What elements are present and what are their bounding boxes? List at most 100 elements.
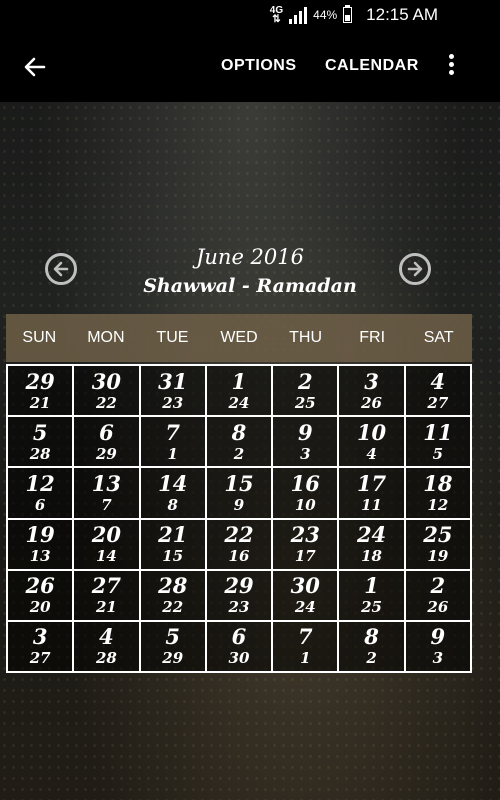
day-cell[interactable]: 20 14: [74, 519, 141, 571]
gregorian-day: 29: [25, 368, 55, 394]
day-cell[interactable]: 6 30: [206, 621, 274, 673]
day-cell[interactable]: 1 24: [206, 366, 274, 418]
day-cell[interactable]: 19 13: [8, 519, 75, 571]
gregorian-day: 13: [91, 470, 122, 496]
gregorian-day: 10: [356, 419, 387, 445]
day-cell[interactable]: 15 9: [206, 468, 274, 520]
hijri-day: 27: [29, 649, 51, 668]
hijri-day: 2: [366, 649, 377, 668]
calendar-grid: 29 21 30 22 31 23 1 24 2 25 3 26 4 27 5 28 6 29 7 1 8 2 9 3 10 4 1…: [6, 364, 472, 673]
gregorian-day: 23: [290, 522, 320, 548]
hijri-day: 28: [95, 649, 117, 668]
hijri-day: 22: [162, 598, 184, 617]
gregorian-day: 14: [158, 470, 188, 496]
day-cell[interactable]: 18 12: [405, 468, 472, 520]
day-cell[interactable]: 13 7: [74, 468, 141, 520]
gregorian-day: 22: [224, 522, 254, 548]
day-cell[interactable]: 28 22: [140, 570, 207, 622]
day-cell[interactable]: 25 19: [405, 519, 472, 571]
hijri-day: 25: [294, 393, 316, 412]
gregorian-day: 26: [25, 573, 55, 599]
day-cell[interactable]: 1 25: [339, 570, 406, 622]
gregorian-day: 1: [364, 573, 379, 599]
day-cell[interactable]: 22 16: [206, 519, 274, 571]
gregorian-day: 25: [423, 522, 453, 548]
hijri-day: 27: [427, 393, 449, 412]
day-cell[interactable]: 82: [339, 621, 406, 673]
day-cell[interactable]: 5 29: [140, 621, 207, 673]
hijri-day: 24: [294, 598, 316, 617]
hijri-day: 29: [162, 649, 184, 668]
gregorian-day: 31: [158, 368, 188, 394]
calendar-button[interactable]: CALENDAR: [325, 57, 419, 75]
hijri-day: 23: [162, 393, 184, 412]
hijri-day: 11: [361, 495, 382, 514]
gregorian-day: 21: [158, 522, 188, 548]
day-cell[interactable]: 93: [405, 621, 472, 673]
hijri-day: 3: [432, 649, 444, 668]
gregorian-day: 4: [99, 624, 114, 650]
circle-arrow-right-icon[interactable]: [399, 253, 431, 285]
hijri-day: 25: [361, 598, 382, 617]
day-cell[interactable]: 16 10: [273, 468, 340, 520]
day-cell[interactable]: 29 21: [8, 366, 75, 418]
day-cell[interactable]: 71: [273, 621, 340, 673]
arrow-left-icon[interactable]: [22, 54, 48, 80]
network-indicator: 4G ⇅: [269, 5, 284, 25]
day-cell[interactable]: 3 26: [339, 366, 406, 418]
gregorian-day: 7: [297, 624, 313, 650]
day-cell[interactable]: 4 27: [405, 366, 472, 418]
day-cell[interactable]: 10 4: [339, 417, 406, 469]
day-cell[interactable]: 30 24: [273, 570, 340, 622]
hijri-day: 15: [162, 547, 184, 566]
day-cell[interactable]: 27 21: [74, 570, 141, 622]
day-cell[interactable]: 30 22: [74, 366, 141, 418]
day-cell[interactable]: 71: [140, 417, 207, 469]
day-cell[interactable]: 82: [206, 417, 274, 469]
day-cell[interactable]: 31 23: [140, 366, 207, 418]
clock: 12:15 AM: [366, 5, 438, 24]
day-cell[interactable]: 5 28: [8, 417, 75, 469]
options-button[interactable]: OPTIONS: [221, 57, 297, 75]
gregorian-day: 2: [297, 368, 313, 394]
gregorian-day: 28: [158, 573, 188, 599]
day-cell[interactable]: 2 25: [273, 366, 340, 418]
day-cell[interactable]: 4 28: [74, 621, 141, 673]
day-cell[interactable]: 2 26: [405, 570, 472, 622]
hijri-day: 23: [228, 598, 250, 617]
gregorian-day: 15: [224, 470, 254, 496]
gregorian-day: 12: [25, 470, 55, 496]
day-cell[interactable]: 11 5: [405, 417, 472, 469]
hijri-day: 28: [29, 444, 51, 463]
day-cell[interactable]: 14 8: [140, 468, 207, 520]
day-cell[interactable]: 21 15: [140, 519, 207, 571]
day-cell[interactable]: 24 18: [339, 519, 406, 571]
day-cell[interactable]: 6 29: [74, 417, 141, 469]
hijri-day: 9: [233, 495, 245, 514]
hijri-day: 26: [361, 393, 382, 412]
gregorian-day: 9: [430, 624, 446, 650]
weekday-wed: WED: [220, 329, 258, 346]
gregorian-day: 3: [364, 368, 379, 394]
day-cell[interactable]: 17 11: [339, 468, 406, 520]
day-cell[interactable]: 29 23: [206, 570, 274, 622]
weekday-sat: SAT: [423, 329, 454, 346]
hijri-day: 6: [34, 495, 46, 514]
hijri-day: 29: [95, 444, 117, 463]
hijri-day: 30: [228, 649, 250, 668]
day-cell[interactable]: 12 6: [8, 468, 75, 520]
hijri-day: 24: [228, 393, 250, 412]
gregorian-day: 5: [165, 624, 181, 650]
gregorian-day: 8: [231, 419, 247, 445]
day-cell[interactable]: 3 27: [8, 621, 75, 673]
day-cell[interactable]: 26 20: [8, 570, 75, 622]
hijri-day: 1: [300, 649, 311, 668]
gregorian-day: 1: [231, 368, 247, 394]
day-cell[interactable]: 23 17: [273, 519, 340, 571]
more-vert-icon[interactable]: [444, 54, 458, 80]
gregorian-day: 4: [430, 368, 446, 394]
hijri-day: 8: [167, 495, 178, 514]
gregorian-day: 11: [423, 419, 453, 445]
hijri-day: 10: [294, 495, 316, 514]
day-cell[interactable]: 93: [273, 417, 340, 469]
